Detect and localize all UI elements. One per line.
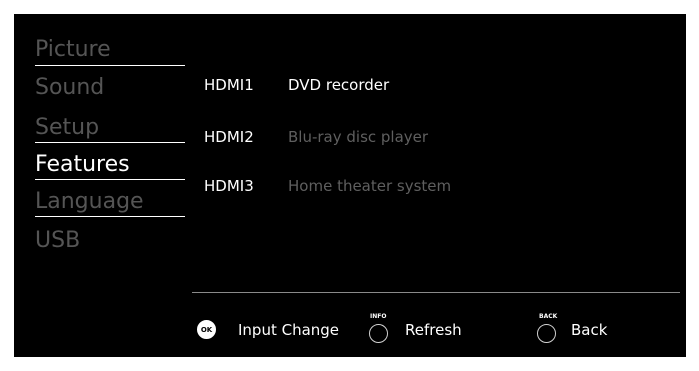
input-device-hdmi3[interactable]: Home theater system (288, 177, 451, 195)
menu-item-setup[interactable]: Setup (35, 115, 185, 141)
info-button-icon (369, 324, 388, 343)
back-button-icon (537, 324, 556, 343)
back-hint: Back (571, 321, 608, 339)
info-button-tag: INFO (370, 313, 387, 320)
ok-button-icon: OK (197, 320, 216, 339)
input-port-label-hdmi3: HDMI3 (204, 177, 254, 195)
input-port-label-hdmi2: HDMI2 (204, 128, 254, 146)
input-device-hdmi2[interactable]: Blu-ray disc player (288, 128, 428, 146)
input-change-hint: Input Change (238, 321, 340, 339)
menu-divider (35, 65, 185, 66)
menu-divider (35, 179, 185, 180)
tv-menu-screen: Picture Sound Setup Features Language US… (14, 14, 686, 357)
back-button-tag: BACK (539, 313, 558, 320)
menu-item-picture[interactable]: Picture (35, 37, 185, 63)
menu-item-sound[interactable]: Sound (35, 75, 185, 101)
menu-item-usb[interactable]: USB (35, 228, 185, 254)
refresh-hint: Refresh (405, 321, 462, 339)
input-device-hdmi1[interactable]: DVD recorder (288, 76, 389, 94)
menu-divider (35, 216, 185, 217)
footer-divider (192, 292, 680, 293)
menu-item-features[interactable]: Features (35, 152, 185, 178)
menu-divider (35, 142, 185, 143)
input-port-label-hdmi1: HDMI1 (204, 76, 254, 94)
menu-item-language[interactable]: Language (35, 189, 185, 215)
